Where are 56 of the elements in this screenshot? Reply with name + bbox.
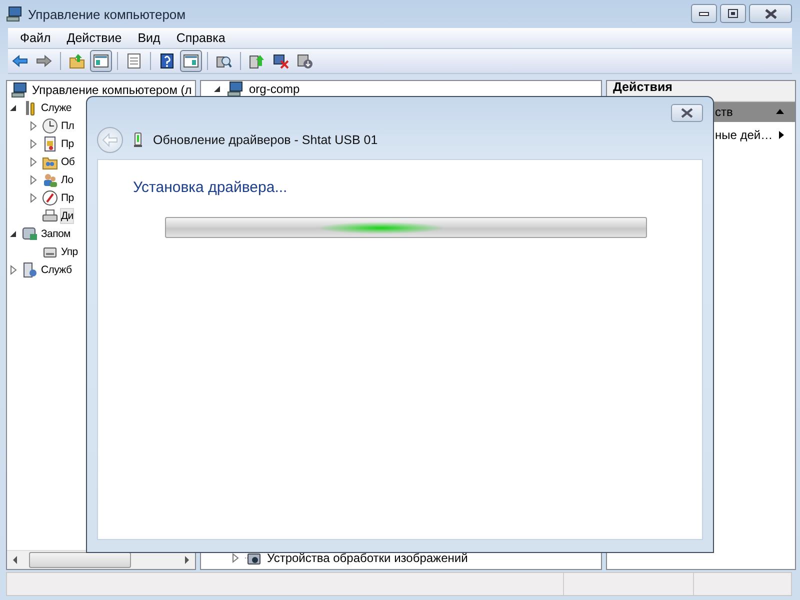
storage-icon xyxy=(22,226,38,242)
users-icon xyxy=(42,172,58,188)
tree-item[interactable]: Устройства обработки изображений xyxy=(265,551,470,565)
tree-item[interactable]: Ди xyxy=(60,208,74,224)
window-title: Управление компьютером xyxy=(28,6,186,22)
panel-icon xyxy=(183,53,199,69)
status-heading: Установка драйвера... xyxy=(133,179,288,197)
maximize-icon xyxy=(728,9,738,18)
panel-icon xyxy=(93,53,109,69)
action-item[interactable]: ные дей… xyxy=(607,122,795,148)
tree-item[interactable]: Управление компьютером (л xyxy=(29,81,195,99)
maximize-button[interactable] xyxy=(720,4,746,23)
console-tree-button[interactable] xyxy=(90,50,112,72)
pane-title: Действия xyxy=(613,81,672,95)
close-icon xyxy=(680,108,694,118)
right-arrow-icon xyxy=(36,53,52,69)
left-arrow-icon xyxy=(102,133,118,147)
tree-item[interactable]: Пр xyxy=(60,136,75,152)
tree-item[interactable]: Пл xyxy=(60,118,76,134)
usb-device-icon xyxy=(131,132,145,148)
list-icon xyxy=(126,53,142,69)
submenu-arrow-icon xyxy=(777,130,785,140)
action-pane-button[interactable] xyxy=(180,50,202,72)
tree-item[interactable]: Об xyxy=(60,154,76,170)
clock-icon xyxy=(42,118,58,134)
gauge-icon xyxy=(42,190,58,206)
minimize-icon xyxy=(699,10,709,16)
tree-item[interactable]: Упр xyxy=(60,244,79,260)
device-up-arrow-icon xyxy=(249,53,265,69)
close-icon xyxy=(764,8,776,18)
folder-up-icon xyxy=(69,53,85,69)
tree-item[interactable]: Служе xyxy=(40,100,72,116)
monitor-x-icon xyxy=(273,53,289,69)
help-icon xyxy=(159,53,175,69)
tree-item[interactable]: org-comp xyxy=(247,82,302,96)
menu-item[interactable]: Действие xyxy=(58,31,130,45)
tree-item[interactable]: Пр xyxy=(60,190,75,206)
tree-item[interactable]: Запом xyxy=(40,226,72,242)
menu-item[interactable]: Вид xyxy=(130,31,168,45)
device-icon xyxy=(42,208,58,224)
server-icon xyxy=(22,262,38,278)
computer-icon xyxy=(11,82,27,98)
tree-item[interactable]: Ло xyxy=(60,172,74,188)
horizontal-scrollbar[interactable] xyxy=(7,550,195,569)
minimize-button[interactable] xyxy=(691,4,717,23)
menu-item[interactable]: Справка xyxy=(168,31,234,45)
notebook-icon xyxy=(42,136,58,152)
section-label: ств xyxy=(715,105,733,119)
tree-item[interactable]: Служб xyxy=(40,262,73,278)
menu-item[interactable]: Файл xyxy=(12,31,59,45)
left-arrow-icon xyxy=(12,53,28,69)
dialog-title: Обновление драйверов - Shtat USB 01 xyxy=(153,133,378,147)
close-button[interactable] xyxy=(671,104,703,122)
device-down-arrow-icon xyxy=(297,53,313,69)
computer-icon xyxy=(6,6,22,22)
close-button[interactable] xyxy=(749,4,792,23)
